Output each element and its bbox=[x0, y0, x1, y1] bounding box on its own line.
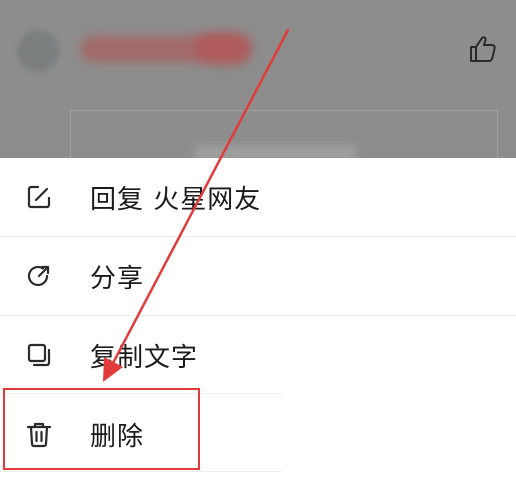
copy-text-label: 复制文字 bbox=[90, 342, 199, 373]
reply-label: 回复 火星网友 bbox=[90, 184, 262, 215]
copy-icon bbox=[24, 340, 54, 370]
screen: 回复 火星网友 分享 复制文字 删除 bbox=[0, 0, 516, 485]
share-menu-item[interactable]: 分享 bbox=[0, 237, 516, 315]
blurred-quoted-text bbox=[195, 145, 355, 158]
dimmed-comment-area[interactable] bbox=[0, 0, 516, 158]
divider bbox=[0, 393, 282, 394]
blurred-username-accent bbox=[195, 34, 250, 62]
divider bbox=[0, 471, 282, 472]
trash-icon bbox=[24, 419, 54, 449]
delete-menu-item[interactable]: 删除 bbox=[0, 395, 516, 473]
share-label: 分享 bbox=[90, 263, 145, 294]
share-icon bbox=[24, 261, 54, 291]
thumbs-up-icon[interactable] bbox=[468, 34, 498, 64]
reply-menu-item[interactable]: 回复 火星网友 bbox=[0, 158, 516, 236]
avatar bbox=[17, 30, 59, 72]
copy-text-menu-item[interactable]: 复制文字 bbox=[0, 316, 516, 394]
edit-icon bbox=[24, 182, 54, 212]
delete-label: 删除 bbox=[90, 421, 145, 452]
